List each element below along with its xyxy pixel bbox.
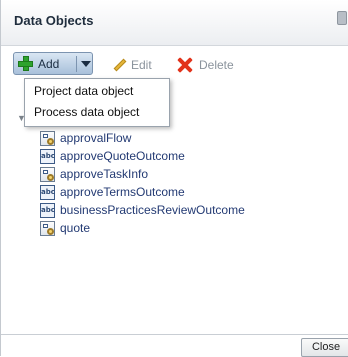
- pencil-icon: [109, 57, 127, 73]
- list-item-label: businessPracticesReviewOutcome: [60, 203, 245, 217]
- list-item-label: approveTermsOutcome: [60, 185, 185, 199]
- toolbar: Add Edit Delete: [1, 46, 348, 80]
- complex-type-icon: [40, 131, 55, 146]
- delete-x-icon: [177, 57, 193, 73]
- delete-button-label: Delete: [199, 58, 234, 72]
- list-item-label: approveQuoteOutcome: [60, 149, 185, 163]
- complex-type-icon: [40, 167, 55, 182]
- edit-button-label: Edit: [131, 58, 152, 72]
- menu-item-project-data-object[interactable]: Project data object: [34, 84, 133, 98]
- complex-type-icon: [40, 221, 55, 236]
- close-button[interactable]: Close: [301, 338, 348, 357]
- add-dropdown-menu: Project data object Process data object: [24, 78, 170, 127]
- string-type-icon: abc: [40, 203, 55, 218]
- string-type-icon: abc: [40, 185, 55, 200]
- chevron-down-icon[interactable]: [81, 61, 91, 67]
- panel-icon[interactable]: [337, 11, 347, 25]
- add-button-label: Add: [38, 57, 60, 71]
- data-objects-panel: Data Objects Add Edit Delete Project dat…: [0, 0, 348, 357]
- panel-footer: Close: [1, 334, 348, 357]
- list-item-label: approveTaskInfo: [60, 167, 149, 181]
- panel-header: Data Objects: [1, 0, 348, 46]
- string-type-icon: abc: [40, 149, 55, 164]
- list-item-label: approvalFlow: [60, 131, 132, 145]
- add-plus-icon: [18, 56, 33, 71]
- list-item-label: quote: [60, 221, 91, 235]
- menu-item-process-data-object[interactable]: Process data object: [34, 105, 139, 119]
- panel-title: Data Objects: [14, 13, 94, 28]
- add-button[interactable]: Add: [13, 52, 93, 75]
- add-button-divider: [76, 56, 77, 72]
